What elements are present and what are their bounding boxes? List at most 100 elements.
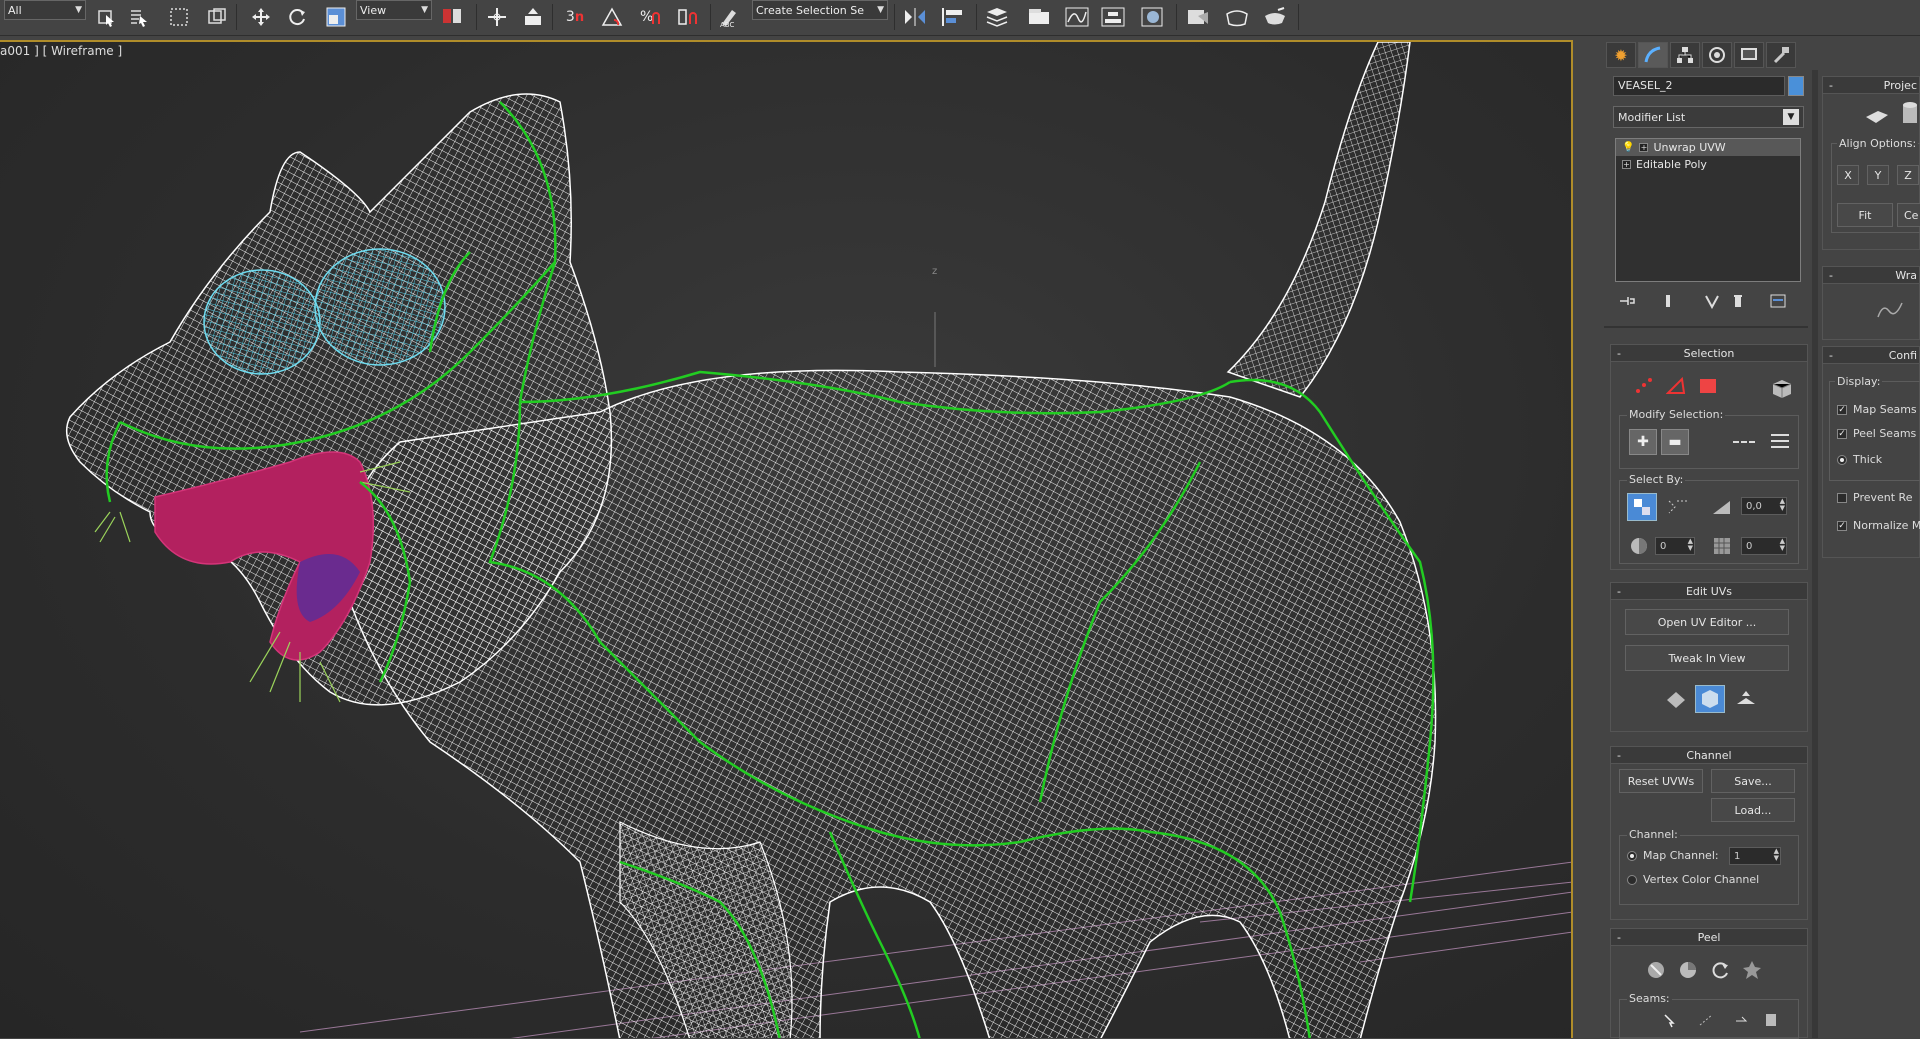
grow-selection-icon[interactable]: ✚ [1629, 429, 1657, 455]
selection-rollout-header[interactable]: - Selection [1611, 345, 1807, 362]
render-production-icon[interactable] [1260, 5, 1290, 29]
snaps-toggle-icon[interactable]: 3n [560, 5, 590, 29]
pin-stack-icon[interactable] [1615, 292, 1639, 310]
reset-peel-icon[interactable] [1707, 957, 1733, 983]
align-y-button[interactable]: Y [1867, 165, 1889, 185]
pin-vertices-icon[interactable] [1739, 957, 1765, 983]
perspective-viewport[interactable]: a001 ] [ Wireframe ] z [0, 40, 1573, 1038]
reference-coordinate-dropdown[interactable]: View ▼ [356, 0, 432, 20]
schematic-view-icon[interactable] [1098, 5, 1128, 29]
spinner-snap-icon[interactable] [674, 5, 704, 29]
tab-utilities[interactable] [1766, 42, 1796, 68]
smoothing-group-spinner[interactable]: 0 ▲ ▼ [1655, 537, 1695, 555]
make-unique-icon[interactable] [1700, 292, 1724, 310]
tab-display[interactable] [1734, 42, 1764, 68]
prevent-reflattening-checkbox[interactable]: Prevent Re [1837, 491, 1912, 504]
quick-map-gizmo-icon[interactable] [1695, 685, 1725, 713]
percent-snap-icon[interactable]: % [636, 5, 666, 29]
tweak-in-view-button[interactable]: Tweak In View [1625, 645, 1789, 671]
tab-modify[interactable] [1638, 42, 1668, 68]
reset-uvws-button[interactable]: Reset UVWs [1619, 769, 1703, 793]
channel-rollout-header[interactable]: - Channel [1611, 747, 1807, 764]
quick-peel-icon[interactable] [1643, 957, 1669, 983]
keyboard-shortcut-icon[interactable] [520, 5, 546, 29]
polygon-mode-icon[interactable] [1695, 375, 1721, 397]
material-editor-icon[interactable] [1138, 5, 1168, 29]
scale-icon[interactable] [322, 5, 350, 29]
element-mode-icon[interactable] [1767, 375, 1797, 401]
planar-angle-icon[interactable] [1707, 493, 1737, 521]
expand-seam-icon[interactable] [1759, 1009, 1785, 1031]
thick-radio[interactable]: Thick [1837, 453, 1882, 466]
map-channel-radio[interactable]: Map Channel: [1627, 849, 1719, 862]
select-by-name-icon[interactable] [126, 5, 152, 29]
remove-modifier-icon[interactable] [1726, 292, 1750, 310]
wrap-rollout-header[interactable]: - Wra [1823, 267, 1919, 284]
layer-manager-icon[interactable] [982, 5, 1012, 29]
mirror-icon[interactable] [900, 5, 930, 29]
render-setup-icon[interactable] [1184, 5, 1214, 29]
edit-seams-icon[interactable] [1657, 1009, 1683, 1031]
edit-uvs-rollout-header[interactable]: - Edit UVs [1611, 583, 1807, 600]
ring-selection-icon[interactable] [1765, 429, 1795, 455]
shrink-selection-icon[interactable]: ▬ [1661, 429, 1689, 455]
peel-seams-checkbox[interactable]: ✓ Peel Seams [1837, 427, 1916, 440]
selection-filter-dropdown[interactable]: All ▼ [4, 0, 86, 20]
cylindrical-map-icon[interactable] [1897, 99, 1920, 129]
peel-mode-icon[interactable] [1675, 957, 1701, 983]
ignore-backfacing-icon[interactable] [1663, 493, 1693, 521]
select-by-material-icon[interactable] [1707, 533, 1737, 559]
vertex-color-channel-radio[interactable]: Vertex Color Channel [1627, 873, 1759, 886]
tab-create[interactable]: ✹ [1606, 42, 1636, 68]
normalize-map-checkbox[interactable]: ✓ Normalize M [1837, 519, 1920, 532]
planar-map-icon[interactable] [1863, 103, 1891, 129]
tab-hierarchy[interactable] [1670, 42, 1700, 68]
pivot-center-icon[interactable] [438, 5, 468, 29]
align-x-button[interactable]: X [1837, 165, 1859, 185]
light-bulb-icon[interactable]: 💡 [1622, 142, 1634, 153]
select-by-smoothing-icon[interactable] [1625, 533, 1655, 559]
quick-planar-map-icon[interactable] [1661, 685, 1691, 713]
window-crossing-icon[interactable] [204, 5, 230, 29]
stack-item-editable-poly[interactable]: + Editable Poly [1616, 156, 1800, 173]
load-button[interactable]: Load... [1711, 798, 1795, 822]
material-id-spinner[interactable]: 0 ▲ ▼ [1741, 537, 1787, 555]
move-icon[interactable] [248, 5, 274, 29]
modifier-list-dropdown[interactable]: Modifier List ▼ [1613, 106, 1804, 128]
convert-edge-seam-icon[interactable] [1729, 1009, 1755, 1031]
open-uv-editor-button[interactable]: Open UV Editor ... [1625, 609, 1789, 635]
align-icon[interactable] [938, 5, 968, 29]
ribbon-toggle-icon[interactable] [1024, 5, 1054, 29]
configure-modifier-sets-icon[interactable] [1766, 292, 1790, 310]
projection-rollout-header[interactable]: - Projec [1823, 77, 1919, 94]
render-frame-icon[interactable] [1222, 5, 1252, 29]
edit-named-selection-icon[interactable]: ABC [716, 5, 742, 29]
object-name-field[interactable]: VEASEL_2 [1613, 76, 1785, 96]
save-button[interactable]: Save... [1711, 769, 1795, 793]
panel-splitter[interactable] [1812, 70, 1818, 1038]
peel-rollout-header[interactable]: - Peel [1611, 929, 1807, 946]
expand-icon[interactable]: + [1622, 160, 1631, 169]
angle-snap-icon[interactable] [598, 5, 628, 29]
spinner-arrows-icon[interactable]: ▲ ▼ [1774, 848, 1779, 862]
show-end-result-icon[interactable] [1656, 292, 1680, 310]
expand-icon[interactable]: + [1639, 143, 1649, 152]
vertex-mode-icon[interactable] [1631, 375, 1657, 397]
loop-selection-icon[interactable] [1729, 429, 1759, 455]
center-button[interactable]: Ce [1897, 203, 1920, 227]
quick-planar-align-icon[interactable] [1731, 685, 1761, 713]
configure-rollout-header[interactable]: - Confi [1823, 347, 1919, 364]
planar-angle-spinner[interactable]: 0,0 ▲ ▼ [1741, 497, 1787, 515]
select-object-icon[interactable] [94, 5, 120, 29]
rotate-icon[interactable] [284, 5, 310, 29]
rectangular-region-icon[interactable] [166, 5, 192, 29]
spline-map-icon[interactable] [1873, 297, 1907, 323]
select-and-manipulate-icon[interactable] [484, 5, 510, 29]
fit-button[interactable]: Fit [1837, 203, 1893, 227]
select-by-element-icon[interactable] [1627, 493, 1657, 521]
edge-mode-icon[interactable] [1663, 375, 1689, 397]
spinner-arrows-icon[interactable]: ▲ ▼ [1688, 538, 1693, 552]
tab-motion[interactable] [1702, 42, 1732, 68]
map-seams-checkbox[interactable]: ✓ Map Seams [1837, 403, 1917, 416]
point-to-point-seam-icon[interactable] [1693, 1009, 1719, 1031]
